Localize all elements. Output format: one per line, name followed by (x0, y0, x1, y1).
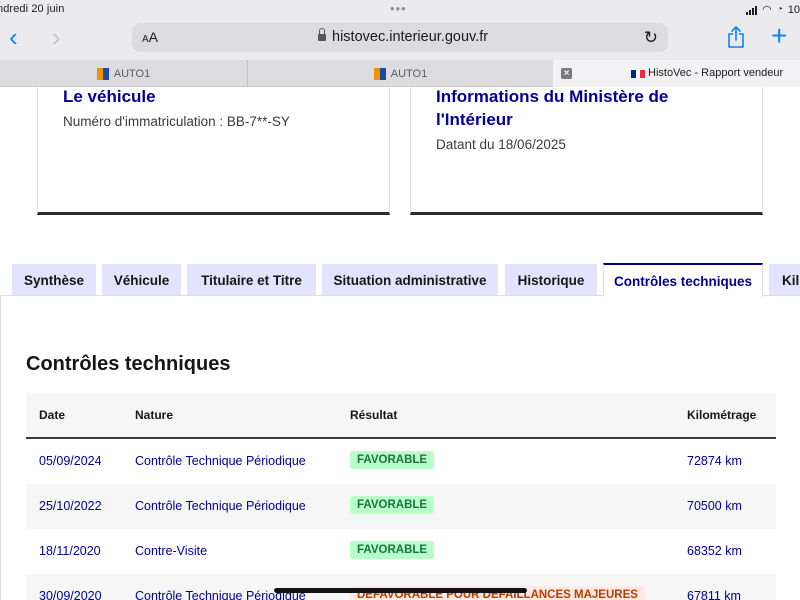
lock-icon (318, 28, 326, 43)
ministry-data-date: Datant du 18/06/2025 (436, 137, 566, 152)
table-row: 30/09/2020 Contrôle Technique Périodique… (26, 574, 776, 600)
column-header-result: Résultat (350, 408, 398, 422)
controles-techniques-panel: Contrôles techniques Date Nature Résulta… (0, 296, 800, 600)
status-badge: FAVORABLE (350, 541, 435, 559)
column-header-date: Date (39, 408, 66, 422)
status-indicators: ◠ ◔ 10 (746, 3, 800, 16)
alarm-icon: ◔ (776, 4, 783, 15)
tab-synthese[interactable]: Synthèse (12, 264, 96, 296)
status-badge: FAVORABLE (350, 496, 435, 514)
controles-table: Date Nature Résultat Kilométrage 05/09/2… (26, 393, 776, 600)
row-date: 25/10/2022 (39, 499, 102, 513)
status-badge: FAVORABLE (350, 451, 435, 469)
table-header: Date Nature Résultat Kilométrage (26, 393, 776, 439)
battery-percentage: 10 (787, 3, 800, 16)
ministry-card-title: Informations du Ministère de l'Intérieur (436, 87, 669, 129)
tab-historique[interactable]: Historique (505, 264, 597, 296)
cellular-signal-icon (746, 5, 758, 15)
tab-kilometrage[interactable]: Kil (769, 264, 800, 296)
close-tab-icon[interactable]: × (561, 68, 572, 79)
french-flag-icon (631, 70, 646, 78)
new-tab-plus-icon[interactable]: + (771, 20, 787, 52)
browser-toolbar: ‹ › AA histovec.interieur.gouv.fr ↻ + (0, 20, 800, 60)
tab-titulaire-titre[interactable]: Titulaire et Titre (187, 264, 316, 296)
status-date: ndredi 20 juin (0, 3, 65, 15)
row-date: 18/11/2020 (39, 544, 101, 558)
status-bar: ndredi 20 juin ••• ◠ ◔ 10 (0, 0, 800, 20)
tab-controles-techniques[interactable]: Contrôles techniques (603, 263, 763, 297)
section-title: Contrôles techniques (26, 353, 231, 375)
table-row: 25/10/2022 Contrôle Technique Périodique… (26, 484, 776, 529)
vehicle-card-title: Le véhicule (63, 87, 156, 106)
home-indicator[interactable] (274, 588, 527, 593)
ministry-card: Informations du Ministère de l'Intérieur… (410, 87, 763, 215)
row-km: 67811 km (687, 589, 741, 600)
row-km: 70500 km (687, 499, 742, 513)
browser-tab-label: AUTO1 (113, 67, 151, 80)
browser-tab-label: HistoVec - Rapport vendeur (648, 67, 784, 79)
row-date: 30/09/2020 (39, 589, 102, 600)
row-nature: Contre-Visite (135, 544, 208, 558)
wifi-icon: ◠ (762, 4, 772, 16)
web-page: Le véhicule Numéro d'immatriculation : B… (0, 87, 800, 600)
tab-vehicule[interactable]: Véhicule (102, 264, 181, 296)
row-date: 05/09/2024 (39, 454, 102, 468)
row-km: 68352 km (687, 544, 742, 558)
share-icon[interactable] (727, 26, 745, 48)
vehicle-card: Le véhicule Numéro d'immatriculation : B… (37, 87, 390, 215)
auto1-favicon-icon (373, 67, 386, 80)
address-bar[interactable]: AA histovec.interieur.gouv.fr ↻ (132, 23, 668, 52)
auto1-favicon-icon (96, 67, 109, 80)
browser-tab-strip: AUTO1 AUTO1 × HistoVec - Rapport vendeur (0, 60, 800, 87)
column-header-km: Kilométrage (687, 408, 757, 422)
report-tabs: Synthèse Véhicule Titulaire et Titre Sit… (0, 263, 800, 297)
reload-icon[interactable]: ↻ (644, 28, 658, 48)
browser-tab-auto1-1[interactable]: AUTO1 (0, 60, 248, 87)
column-header-nature: Nature (135, 408, 174, 422)
tab-situation-administrative[interactable]: Situation administrative (322, 264, 498, 296)
browser-tab-histovec[interactable]: × HistoVec - Rapport vendeur (553, 60, 800, 87)
browser-tab-label: AUTO1 (390, 67, 428, 80)
browser-tab-auto1-2[interactable]: AUTO1 (248, 60, 553, 87)
registration-number: Numéro d'immatriculation : BB-7**-SY (63, 114, 290, 129)
row-nature: Contrôle Technique Périodique (135, 499, 306, 513)
table-row: 05/09/2024 Contrôle Technique Périodique… (26, 439, 776, 484)
row-nature: Contrôle Technique Périodique (135, 454, 306, 468)
row-km: 72874 km (687, 454, 742, 468)
multitasking-dots-icon[interactable]: ••• (390, 1, 407, 16)
back-chevron-icon[interactable]: ‹ (9, 23, 18, 51)
table-row: 18/11/2020 Contre-Visite FAVORABLE 68352… (26, 529, 776, 574)
forward-chevron-icon[interactable]: › (52, 23, 61, 51)
reader-settings-button[interactable]: AA (142, 29, 158, 45)
url-text[interactable]: histovec.interieur.gouv.fr (332, 29, 488, 45)
